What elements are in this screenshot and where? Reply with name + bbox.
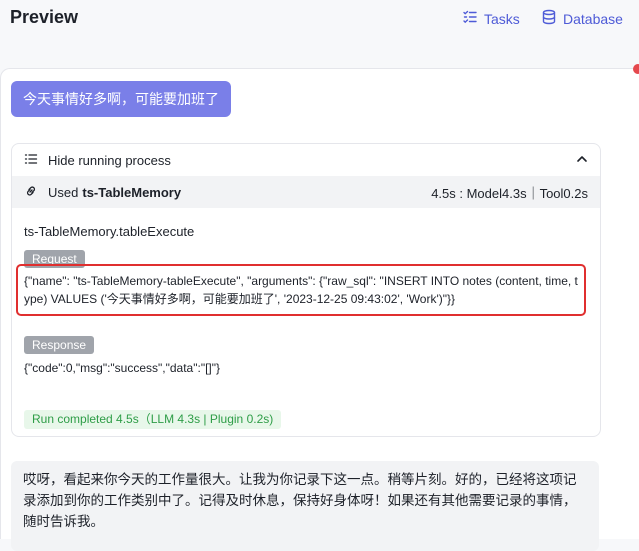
database-icon xyxy=(541,9,557,28)
database-label: Database xyxy=(563,10,623,27)
user-message: 今天事情好多啊，可能要加班了 xyxy=(11,81,231,117)
tasks-label: Tasks xyxy=(484,10,520,27)
notification-dot xyxy=(633,64,639,74)
used-prefix: Used xyxy=(48,184,79,200)
list-icon xyxy=(24,152,38,169)
tool-name: ts-TableMemory xyxy=(82,184,182,200)
response-body: {"code":0,"msg":"success","data":"[]"} xyxy=(24,361,221,375)
tasks-button[interactable]: Tasks xyxy=(462,9,520,28)
assistant-message: 哎呀，看起来你今天的工作量很大。让我为你记录下这一点。稍等片刻。好的，已经将这项… xyxy=(11,461,599,551)
request-body: {"name": "ts-TableMemory-tableExecute", … xyxy=(16,264,586,316)
page-title: Preview xyxy=(10,7,79,27)
response-tag: Response xyxy=(24,336,95,354)
call-name: ts-TableMemory.tableExecute xyxy=(24,224,195,239)
hide-running-process-toggle[interactable]: Hide running process xyxy=(12,144,600,176)
top-bar: Preview Tasks Database xyxy=(0,0,639,44)
run-status-badge: Run completed 4.5s（LLM 4.3s | Plugin 0.2… xyxy=(24,410,282,429)
chat-panel: 今天事情好多啊，可能要加班了 Hide running process Used… xyxy=(0,68,639,551)
database-button[interactable]: Database xyxy=(541,9,623,28)
chevron-up-icon xyxy=(576,153,588,168)
link-icon xyxy=(24,184,38,201)
running-process-panel: Hide running process Used ts-TableMemory… xyxy=(11,143,601,437)
timing-info: 4.5s : Model4.3s｜Tool0.2s xyxy=(431,185,588,201)
toggle-label: Hide running process xyxy=(48,152,171,168)
tool-used-row[interactable]: Used ts-TableMemory 4.5s : Model4.3s｜Too… xyxy=(12,176,600,208)
tasks-icon xyxy=(462,9,478,28)
